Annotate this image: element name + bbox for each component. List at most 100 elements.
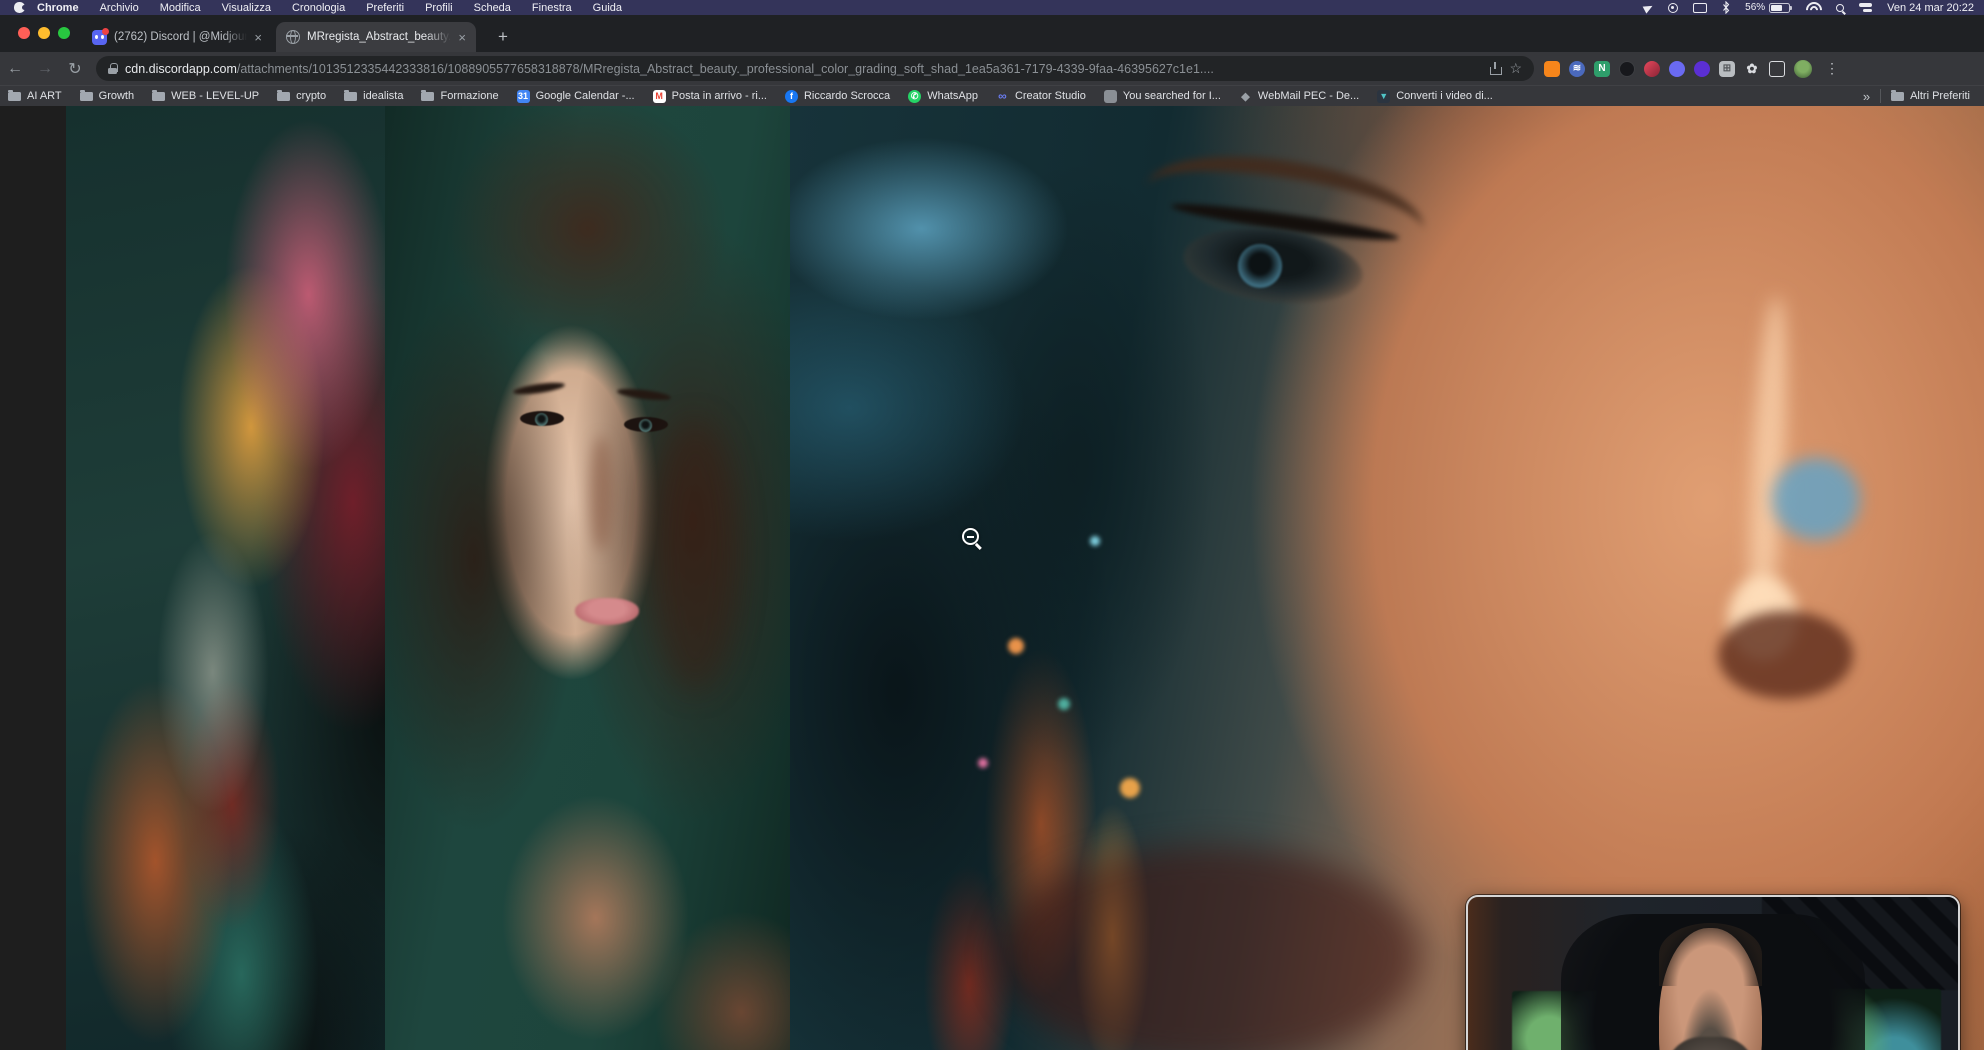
bookmarks-bar: AI ART Growth WEB - LEVEL-UP crypto idea… — [0, 85, 1984, 106]
profile-avatar[interactable] — [1794, 60, 1812, 78]
bookmark-label: Formazione — [440, 90, 498, 102]
menu-chrome[interactable]: Chrome — [37, 2, 79, 14]
page-content — [0, 106, 1984, 1050]
n-extension-icon[interactable]: N — [1594, 61, 1610, 77]
menu-archivio[interactable]: Archivio — [100, 2, 139, 14]
bookmark-growth[interactable]: Growth — [80, 90, 134, 102]
forward-button[interactable]: → — [30, 60, 60, 78]
zoom-out-cursor — [962, 528, 979, 545]
bookmark-idealista[interactable]: idealista — [344, 90, 403, 102]
apple-logo-icon[interactable] — [14, 2, 25, 13]
metamask-extension-icon[interactable] — [1544, 61, 1560, 77]
meta-icon: ∞ — [996, 90, 1009, 103]
bookmark-label: Growth — [99, 90, 134, 102]
control-center-icon[interactable] — [1859, 3, 1872, 13]
art-shape — [575, 598, 639, 625]
close-tab-icon[interactable]: × — [254, 30, 262, 45]
menu-scheda[interactable]: Scheda — [474, 2, 511, 14]
bookmark-google-calendar[interactable]: 31 Google Calendar -... — [517, 90, 635, 103]
converter-icon: ▼ — [1377, 90, 1390, 103]
bookmark-whatsapp[interactable]: ✆WhatsApp — [908, 90, 978, 103]
menu-finestra[interactable]: Finestra — [532, 2, 572, 14]
new-tab-button[interactable]: + — [492, 26, 514, 48]
chrome-menu-icon[interactable]: ⋮ — [1825, 60, 1839, 77]
menu-cronologia[interactable]: Cronologia — [292, 2, 345, 14]
bookmark-label: Google Calendar -... — [536, 90, 635, 102]
url-text[interactable]: cdn.discordapp.com/attachments/101351233… — [125, 62, 1481, 76]
bookmark-creator-studio[interactable]: ∞Creator Studio — [996, 90, 1086, 103]
folder-icon — [344, 92, 357, 101]
address-bar[interactable]: cdn.discordapp.com/attachments/101351233… — [96, 56, 1534, 81]
art-shape — [1718, 611, 1853, 699]
red-extension-icon[interactable] — [1644, 61, 1660, 77]
extensions-area: ≋ N ⊞ ✿ ⋮ — [1544, 60, 1847, 78]
bookmark-label: WebMail PEC - De... — [1258, 90, 1359, 102]
art-shape — [1772, 458, 1860, 540]
lock-icon[interactable] — [108, 63, 117, 74]
screen: Chrome Archivio Modifica Visualizza Cron… — [0, 0, 1984, 1050]
url-domain: cdn.discordapp.com — [125, 62, 237, 76]
extensions-puzzle-icon[interactable]: ✿ — [1744, 61, 1760, 77]
webcam-overlay[interactable] — [1466, 895, 1960, 1050]
menu-guida[interactable]: Guida — [593, 2, 622, 14]
art-shape — [590, 436, 612, 551]
discord-favicon — [92, 30, 107, 45]
menu-visualizza[interactable]: Visualizza — [222, 2, 271, 14]
battery-status[interactable]: 56% — [1745, 2, 1790, 13]
menu-profili[interactable]: Profili — [425, 2, 453, 14]
art-shape — [624, 417, 668, 432]
wifi-icon[interactable] — [1805, 2, 1821, 13]
tab-image-attachment[interactable]: MRregista_Abstract_beauty._ × — [276, 22, 476, 52]
bookmark-webmail-pec[interactable]: ◆WebMail PEC - De... — [1239, 90, 1359, 103]
menu-preferiti[interactable]: Preferiti — [366, 2, 404, 14]
folder-icon — [1891, 92, 1904, 101]
bookmark-facebook[interactable]: fRiccardo Scrocca — [785, 90, 890, 103]
reload-button[interactable]: ↻ — [60, 59, 90, 79]
bookmark-ai-art[interactable]: AI ART — [8, 90, 62, 102]
share-icon[interactable] — [1489, 62, 1501, 75]
dark-extension-icon[interactable] — [1619, 61, 1635, 77]
grid-extension-icon[interactable]: ⊞ — [1719, 61, 1735, 77]
bookmark-gmail[interactable]: MPosta in arrivo - ri... — [653, 90, 767, 103]
folder-icon — [8, 92, 21, 101]
art-shape — [1000, 846, 1420, 1050]
menu-modifica[interactable]: Modifica — [160, 2, 201, 14]
spotlight-search-icon[interactable] — [1836, 4, 1844, 12]
battery-icon — [1769, 3, 1790, 13]
display-icon[interactable] — [1693, 3, 1707, 13]
blue-extension-icon[interactable]: ≋ — [1569, 61, 1585, 77]
location-services-icon[interactable] — [1643, 2, 1655, 13]
art-shape — [653, 421, 738, 691]
bookmark-label: WhatsApp — [927, 90, 978, 102]
side-panel-icon[interactable] — [1769, 61, 1785, 77]
bookmark-star-icon[interactable]: ☆ — [1509, 60, 1522, 77]
page-icon — [1104, 90, 1117, 103]
screen-record-icon[interactable] — [1668, 3, 1678, 13]
bookmark-label: WEB - LEVEL-UP — [171, 90, 259, 102]
battery-percent: 56% — [1745, 2, 1765, 13]
bookmark-converti-video[interactable]: ▼Converti i video di... — [1377, 90, 1493, 103]
bookmark-formazione[interactable]: Formazione — [421, 90, 498, 102]
minimize-window-button[interactable] — [38, 27, 50, 39]
globe-favicon — [286, 30, 300, 44]
violet-extension-icon[interactable] — [1694, 61, 1710, 77]
bookmarks-overflow-chevron[interactable]: » — [1863, 89, 1870, 104]
close-window-button[interactable] — [18, 27, 30, 39]
tab-discord[interactable]: (2762) Discord | @Midjourney × — [82, 22, 272, 52]
other-bookmarks[interactable]: Altri Preferiti — [1891, 90, 1970, 102]
indigo-extension-icon[interactable] — [1669, 61, 1685, 77]
fullscreen-window-button[interactable] — [58, 27, 70, 39]
chrome-tab-strip: (2762) Discord | @Midjourney × MRregista… — [0, 15, 1984, 52]
google-calendar-icon: 31 — [517, 90, 530, 103]
art-shape — [1120, 778, 1140, 798]
bookmark-label: Riccardo Scrocca — [804, 90, 890, 102]
bookmark-web-level-up[interactable]: WEB - LEVEL-UP — [152, 90, 259, 102]
presenter-hair — [1659, 923, 1762, 986]
bookmark-crypto[interactable]: crypto — [277, 90, 326, 102]
back-button[interactable]: ← — [0, 60, 30, 78]
bookmark-you-searched[interactable]: You searched for I... — [1104, 90, 1221, 103]
bluetooth-icon[interactable] — [1722, 1, 1730, 14]
close-tab-icon[interactable]: × — [458, 30, 466, 45]
menubar-clock[interactable]: Ven 24 mar 20:22 — [1887, 2, 1974, 14]
folder-icon — [277, 92, 290, 101]
